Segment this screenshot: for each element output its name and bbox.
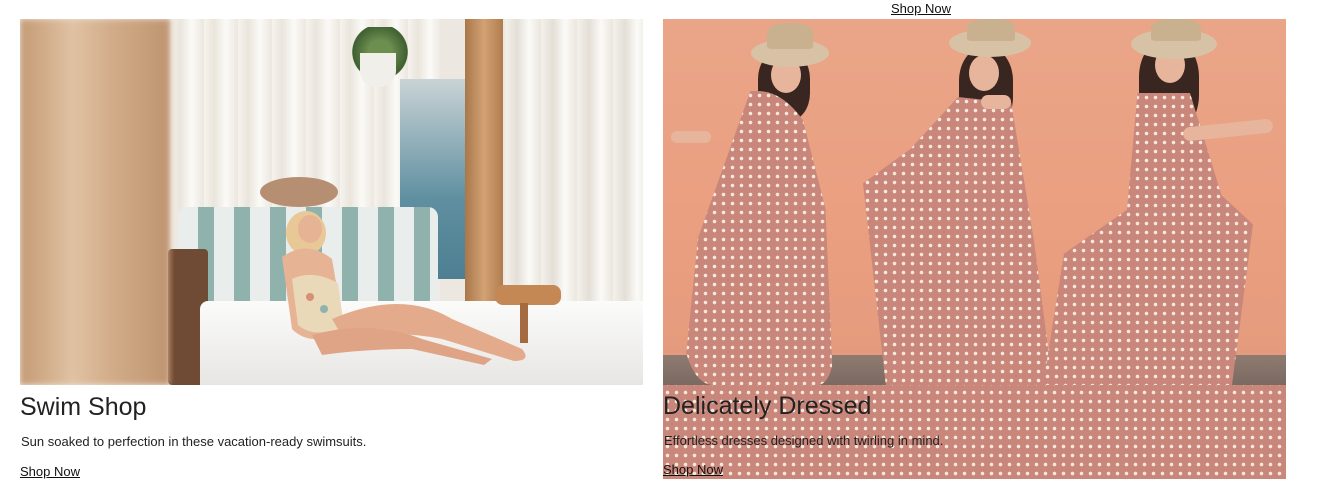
model-2-hand xyxy=(981,95,1011,109)
delicately-dressed-description: Effortless dresses designed with twirlin… xyxy=(664,433,944,448)
top-shop-now-link[interactable]: Shop Now xyxy=(891,1,951,16)
swim-shop-image[interactable] xyxy=(20,19,643,385)
plant-pot xyxy=(360,53,396,87)
model-2-face xyxy=(969,55,999,91)
swim-shop-card: Swim Shop Sun soaked to perfection in th… xyxy=(20,19,643,481)
model-1-hat-crown xyxy=(767,23,813,49)
delicately-dressed-shop-now-link[interactable]: Shop Now xyxy=(663,462,723,478)
model-2-hat-crown xyxy=(967,19,1015,41)
model-2-dress xyxy=(863,97,1053,385)
model-figure xyxy=(282,211,526,365)
model-hat xyxy=(260,177,338,207)
delicately-dressed-image[interactable] xyxy=(663,19,1286,385)
swim-shop-description: Sun soaked to perfection in these vacati… xyxy=(21,434,367,449)
swim-shop-title: Swim Shop xyxy=(20,393,147,421)
model-1-arm xyxy=(671,131,711,143)
model-3-hat-crown xyxy=(1151,19,1201,41)
foreground-blur-post xyxy=(20,19,170,385)
swim-shop-now-link[interactable]: Shop Now xyxy=(20,464,80,480)
delicately-dressed-title: Delicately Dressed xyxy=(663,392,872,420)
promo-section: Shop Now Swim Shop Sun soaked to perfect… xyxy=(0,0,1319,501)
delicately-dressed-card: Delicately Dressed Effortless dresses de… xyxy=(663,19,1286,479)
